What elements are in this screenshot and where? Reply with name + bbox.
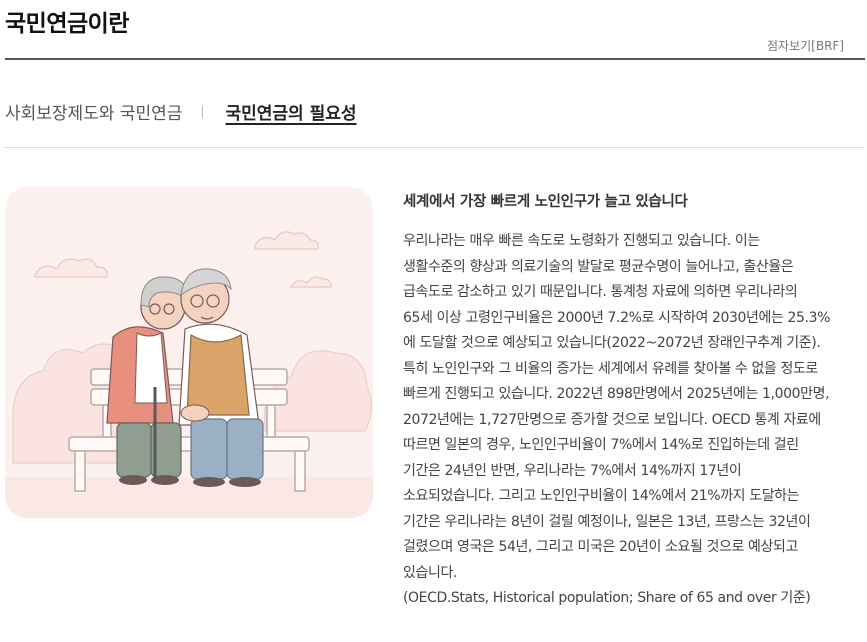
- paragraph-line: 있습니다.: [403, 564, 457, 581]
- paragraph-line: 특히 노인인구와 그 비율의 증가는 세계에서 유례를 찾아볼 수 없을 정도로: [403, 360, 818, 377]
- paragraph-line: 걸렸으며 영국은 54년, 그리고 미국은 20년이 소요될 것으로 예상되고: [403, 539, 798, 555]
- source-note: (OECD.Stats, Historical population; Shar…: [403, 590, 811, 606]
- paragraph-line: 기간은 우리나라는 8년이 걸릴 예정이나, 일본은 13년, 프랑스는 32년…: [403, 513, 811, 530]
- paragraph-line: 소요되었습니다. 그리고 노인인구비율이 14%에서 21%까지 도달하는: [403, 488, 800, 504]
- sub-tabs: 사회보장제도와 국민연금 국민연금의 필요성: [5, 99, 357, 124]
- grandfather-icon: [178, 268, 264, 487]
- paragraph-line: 에 도달할 것으로 예상되고 있습니다(2022~2072년 장래인구추계 기준…: [403, 335, 821, 351]
- title-divider: [5, 58, 865, 60]
- page-title: 국민연금이란: [5, 11, 129, 37]
- content-paragraph: 우리나라는 매우 빠른 속도로 노령화가 진행되고 있습니다. 이는 생활수준의…: [403, 229, 863, 612]
- page: 국민연금이란 점자보기[BRF] 사회보장제도와 국민연금 국민연금의 필요성: [0, 0, 867, 642]
- tab-social-security[interactable]: 사회보장제도와 국민연금: [5, 99, 182, 124]
- tab-divider: [202, 105, 204, 118]
- elderly-couple-illustration: [5, 187, 373, 518]
- paragraph-line: 생활수준의 향상과 의료기술의 발달로 평균수명이 늘어나고, 출산율은: [403, 258, 794, 275]
- paragraph-line: 우리나라는 매우 빠른 속도로 노령화가 진행되고 있습니다. 이는: [403, 233, 760, 249]
- paragraph-line: 기간은 24년인 반면, 우리나라는 7%에서 14%까지 17년이: [403, 462, 742, 479]
- paragraph-line: 급속도로 감소하고 있기 때문입니다. 통계청 자료에 의하면 우리나라의: [403, 284, 798, 300]
- content-heading: 세계에서 가장 빠르게 노인인구가 늘고 있습니다: [403, 194, 688, 210]
- braille-view-link[interactable]: 점자보기[BRF]: [767, 37, 844, 54]
- paragraph-line: 65세 이상 고령인구비율은 2000년 7.2%로 시작하여 2030년에는 …: [403, 309, 830, 326]
- tabs-divider: [5, 147, 865, 148]
- paragraph-line: 빠르게 진행되고 있습니다. 2022년 898만명에서 2025년에는 1,0…: [403, 386, 830, 402]
- tab-necessity[interactable]: 국민연금의 필요성: [225, 99, 356, 124]
- paragraph-line: 따르면 일본의 경우, 노인인구비율이 7%에서 14%로 진입하는데 걸린: [403, 437, 799, 453]
- cloud-icon: [34, 231, 332, 288]
- content-section: 세계에서 가장 빠르게 노인인구가 늘고 있습니다 우리나라는 매우 빠른 속도…: [403, 190, 863, 612]
- paragraph-line: 2072년에는 1,727만명으로 증가할 것으로 보입니다. OECD 통계 …: [403, 411, 821, 428]
